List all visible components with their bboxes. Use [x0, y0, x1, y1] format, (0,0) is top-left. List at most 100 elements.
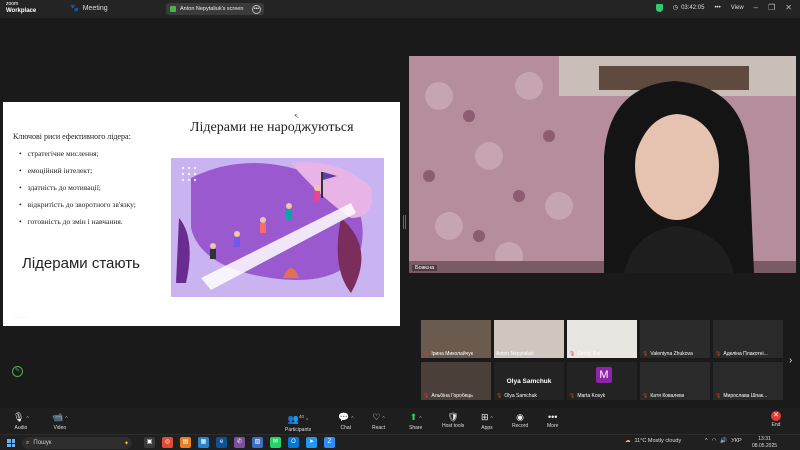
panel-resize-handle[interactable] [403, 215, 406, 229]
meeting-tab[interactable]: 🐾 Meeting [70, 4, 108, 13]
muted-mic-icon: 🎙 [642, 393, 649, 399]
participants-button[interactable]: 👥40^ Participants [285, 411, 311, 433]
participants-icon: 👥40^ [287, 414, 309, 424]
chat-label: Chat [340, 425, 352, 431]
more-button[interactable]: ••• More [547, 411, 558, 429]
slide-big-text: Лідерами стають [22, 255, 140, 272]
brand-line1: zoom [6, 1, 19, 7]
participant-label: 🎙 Альбіна Горобець [423, 393, 473, 399]
apps-label: Apps [481, 425, 493, 431]
participant-tile[interactable]: 🎙 Катя Ковалева [639, 361, 711, 401]
brand-line2: Workplace [6, 8, 37, 14]
volume-icon[interactable]: 🔊 [720, 438, 727, 444]
shared-slide: ↖ Ключові риси ефективного лідера: страт… [3, 102, 400, 326]
participant-label: 🎙 Ірина Миколайчук [423, 351, 473, 357]
participant-tile[interactable]: Anton Nepytaliuk [493, 319, 565, 359]
share-pill-label: Anton Nepytaliuk's screen [180, 6, 244, 12]
participant-tile[interactable]: 🎙 Мирослава Шпак... [712, 361, 784, 401]
list-item: здатність до мотивації; [19, 183, 136, 192]
close-icon[interactable]: ✕ [785, 3, 792, 12]
timer-value: 03:42:05 [681, 4, 705, 11]
share-indicator-icon [170, 6, 176, 12]
participant-tile[interactable]: 🎙 Ірина Миколайчук [420, 319, 492, 359]
end-button[interactable]: ✕ End [771, 411, 781, 428]
participant-count: 40 [298, 414, 304, 419]
share-button[interactable]: ⬆ ^ Share [409, 411, 422, 431]
store-icon[interactable]: ▦ [198, 437, 209, 448]
wifi-icon[interactable]: ◠ [712, 438, 717, 444]
share-screen-icon: ⬆ ^ [409, 412, 422, 422]
windows-start-icon[interactable] [7, 439, 15, 447]
participant-center-name: Olya Samchuk [506, 378, 552, 385]
title-bar: zoom Workplace 🐾 Meeting Anton Nepytaliu… [0, 0, 800, 18]
cloud-sun-icon: ☁ [625, 438, 631, 444]
more-icon[interactable]: ••• [714, 5, 720, 11]
participant-name: Anton Nepytaliuk [496, 351, 534, 357]
more-label: More [547, 423, 559, 429]
list-item: емоційний інтелект; [19, 166, 136, 175]
end-label: End [771, 422, 781, 428]
host-tools-button[interactable]: 🛡 Host tools [442, 411, 464, 429]
shield-icon[interactable] [655, 3, 663, 12]
clock-icon: ◷ [672, 5, 679, 11]
photos-icon[interactable]: ▧ [252, 437, 263, 448]
participant-tile[interactable]: 🎙 Аделіна Плакотні... [712, 319, 784, 359]
audio-button[interactable]: 🎙 ^ Audio [13, 411, 29, 431]
participant-tile[interactable]: 🎙 Valentyna Zhukova [639, 319, 711, 359]
taskbar-search[interactable]: ⌕ Пошук ✦ [22, 437, 132, 449]
meeting-toolbar: 🎙 ^ Audio 📹 ^ Video 👥40^ Participants 💬 ^ Chat … [0, 408, 800, 434]
react-label: React [372, 425, 386, 431]
participant-label: 🎙 Valentyna Zhukova [642, 351, 693, 357]
react-button[interactable]: ♡ ^ React [372, 411, 385, 431]
maximize-icon[interactable]: ❐ [768, 3, 775, 12]
video-button[interactable]: 📹 ^ Video [52, 411, 68, 431]
chrome-icon[interactable]: ◎ [162, 437, 173, 448]
whiteboard-pen-icon[interactable]: ✎ [12, 366, 23, 377]
apps-button[interactable]: ⊞ ^ Apps [481, 411, 493, 431]
participant-tile[interactable]: 🎙 Serhiy Bai [566, 319, 638, 359]
telegram-icon[interactable]: ➤ [306, 437, 317, 448]
muted-mic-icon: 🎙 [715, 351, 722, 357]
outlook-icon[interactable]: O [288, 437, 299, 448]
weather-widget[interactable]: ☁ 11°C Mostly cloudy [625, 438, 681, 444]
top-right-controls: ◷ 03:42:05 ••• View – ❐ ✕ [655, 3, 792, 12]
muted-mic-icon: 🎙 [423, 393, 430, 399]
more-icon: ••• [547, 412, 558, 422]
viber-icon[interactable]: ✆ [234, 437, 245, 448]
heart-icon: ♡ ^ [372, 412, 385, 422]
participant-tile[interactable]: Olya Samchuk 🎙 Olya Samchuk [493, 361, 565, 401]
clock-date: 08.05.2025 [752, 443, 778, 449]
muted-mic-icon: 🎙 [423, 351, 430, 357]
participant-tile[interactable]: 🎙 Альбіна Горобець [420, 361, 492, 401]
chat-button[interactable]: 💬 ^ Chat [338, 411, 354, 431]
participant-name: Ірина Миколайчук [431, 351, 473, 357]
minimize-icon[interactable]: – [754, 3, 758, 12]
muted-mic-icon: 🎙 [569, 351, 576, 357]
explorer-icon[interactable]: ▤ [180, 437, 191, 448]
taskbar-clock[interactable]: 13:31 08.05.2025 [752, 436, 777, 450]
active-speaker-video[interactable]: Божєна [409, 56, 796, 273]
muted-mic-icon: 🎙 [715, 393, 722, 399]
language-indicator[interactable]: УКР [731, 438, 741, 444]
zoom-logo: zoom Workplace [6, 1, 36, 15]
screen-share-pill[interactable]: Anton Nepytaliuk's screen ••• [166, 3, 264, 15]
speaker-name-label: Божєна [412, 265, 438, 271]
chevron-up-icon[interactable]: ^ [705, 438, 708, 444]
view-button[interactable]: View [731, 5, 744, 11]
participant-label: Anton Nepytaliuk [496, 351, 534, 357]
edge-icon[interactable]: e [216, 437, 227, 448]
participant-tile[interactable]: M 🎙 Marta Kosyk [566, 361, 638, 401]
participants-label: Participants [285, 427, 312, 433]
participant-gallery: 🎙 Ірина Миколайчук Anton Nepytaliuk 🎙 Serh… [420, 319, 785, 402]
zoom-icon[interactable]: Z [324, 437, 335, 448]
chevron-right-icon[interactable]: › [789, 355, 792, 366]
participant-name: Катя Ковалева [650, 393, 685, 399]
task-view-icon[interactable]: ▣ [144, 437, 155, 448]
list-item: готовність до змін і навчання. [19, 217, 136, 226]
more-options-icon[interactable]: ••• [252, 4, 261, 14]
meeting-label: Meeting [82, 4, 108, 12]
list-item: відкритість до зворотного зв'язку; [19, 200, 136, 209]
record-button[interactable]: ◉ Record [512, 411, 528, 429]
muted-mic-icon: 🎙 [496, 393, 503, 399]
whatsapp-icon[interactable]: ✉ [270, 437, 281, 448]
